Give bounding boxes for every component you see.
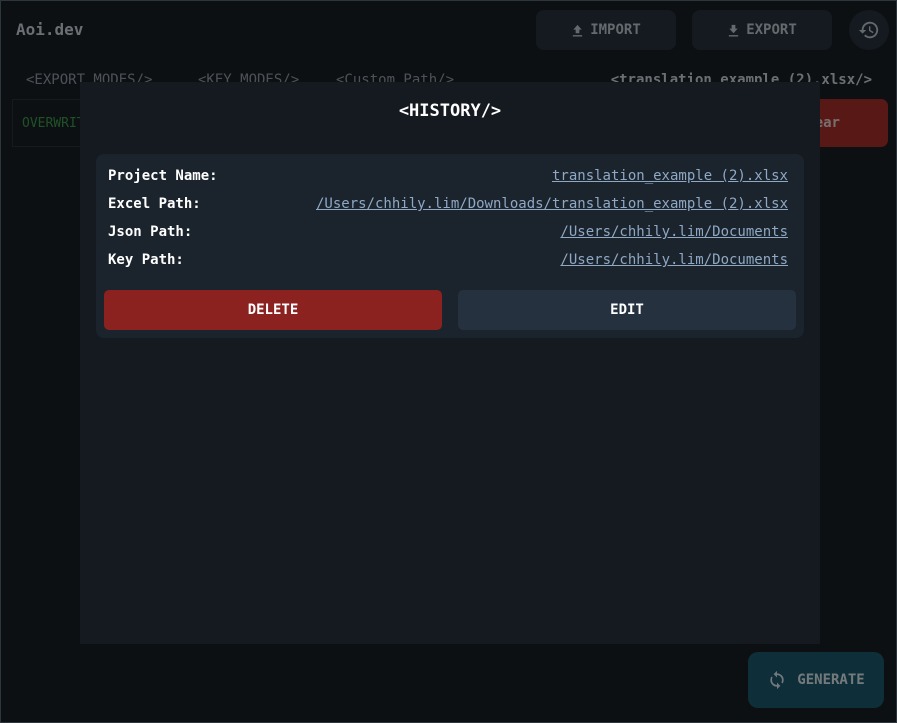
json-path-link[interactable]: /Users/chhily.lim/Documents [560,224,788,240]
excel-path-label: Excel Path: [108,196,201,212]
edit-button[interactable]: EDIT [458,290,796,330]
key-path-label: Key Path: [108,252,184,268]
project-name-label: Project Name: [108,168,218,184]
delete-button[interactable]: DELETE [104,290,442,330]
key-path-link[interactable]: /Users/chhily.lim/Documents [560,252,788,268]
history-modal: <HISTORY/> Project Name: translation_exa… [80,82,820,644]
history-entry-card: Project Name: translation_example (2).xl… [96,154,804,338]
project-name-link[interactable]: translation_example (2).xlsx [552,168,788,184]
excel-path-row: Excel Path: /Users/chhily.lim/Downloads/… [108,193,788,215]
json-path-row: Json Path: /Users/chhily.lim/Documents [108,221,788,243]
json-path-label: Json Path: [108,224,193,240]
app-window: Aoi.dev IMPORT EXPORT <EXPORT MODES/> <K… [0,0,897,723]
modal-title: <HISTORY/> [398,101,502,121]
project-name-row: Project Name: translation_example (2).xl… [108,165,788,187]
excel-path-link[interactable]: /Users/chhily.lim/Downloads/translation_… [316,196,788,212]
key-path-row: Key Path: /Users/chhily.lim/Documents [108,249,788,271]
